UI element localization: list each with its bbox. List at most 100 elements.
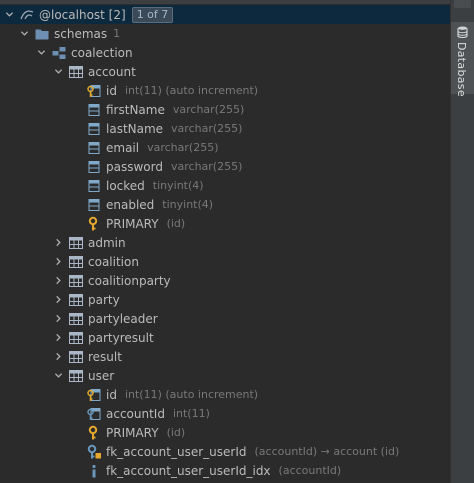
table-name: coalition: [88, 254, 139, 269]
foreign-key-icon: [86, 444, 102, 460]
table-icon: [68, 273, 84, 289]
table-name: partyleader: [88, 311, 158, 326]
table-icon: [68, 349, 84, 365]
database-tree[interactable]: @localhost [2] 1 of 7 schemas 1 coalecti…: [0, 0, 454, 483]
column-row[interactable]: firstName varchar(255): [0, 100, 474, 119]
schemas-count: 1: [113, 27, 121, 40]
table-row-user[interactable]: user: [0, 366, 474, 385]
table-icon: [68, 235, 84, 251]
foreign-key-column-icon: [86, 406, 102, 422]
column-type: varchar(255): [147, 141, 219, 154]
table-name: result: [88, 349, 122, 364]
column-icon: [86, 102, 102, 118]
database-tool-tab[interactable]: Database: [451, 22, 474, 97]
key-detail: (id): [166, 217, 186, 230]
database-icon: [457, 26, 468, 39]
column-name: accountId: [106, 406, 165, 421]
table-icon: [68, 64, 84, 80]
column-type: int(11) (auto increment): [124, 84, 259, 97]
chevron-right-icon[interactable]: [52, 351, 64, 363]
foreign-key-row[interactable]: fk_account_user_userId (accountId) → acc…: [0, 442, 474, 461]
column-row[interactable]: enabled tinyint(4): [0, 195, 474, 214]
primary-key-column-icon: [86, 387, 102, 403]
table-name: partyresult: [88, 330, 154, 345]
table-icon: [68, 292, 84, 308]
chevron-down-icon[interactable]: [52, 66, 64, 78]
key-icon: [86, 216, 102, 232]
chevron-right-icon[interactable]: [52, 256, 64, 268]
column-type: int(11) (auto increment): [124, 388, 259, 401]
column-row[interactable]: password varchar(255): [0, 157, 474, 176]
table-row-coalitionparty[interactable]: coalitionparty: [0, 271, 474, 290]
column-name: enabled: [106, 197, 155, 212]
chevron-down-icon[interactable]: [52, 370, 64, 382]
chevron-down-icon[interactable]: [35, 47, 47, 59]
chevron-right-icon[interactable]: [52, 332, 64, 344]
schemas-label: schemas: [54, 26, 108, 41]
table-row-account[interactable]: account: [0, 62, 474, 81]
schema-name: coalection: [71, 45, 133, 60]
column-type: varchar(255): [170, 160, 243, 173]
index-row[interactable]: fk_account_user_userId_idx (accountId): [0, 461, 474, 480]
key-row[interactable]: PRIMARY (id): [0, 214, 474, 233]
key-name: PRIMARY: [106, 425, 159, 440]
chevron-right-icon[interactable]: [52, 237, 64, 249]
column-name: locked: [106, 178, 145, 193]
table-icon: [68, 330, 84, 346]
table-icon: [68, 254, 84, 270]
datasource-row[interactable]: @localhost [2] 1 of 7: [0, 5, 454, 24]
datasource-badge[interactable]: 1 of 7: [131, 6, 174, 23]
chevron-down-icon[interactable]: [3, 9, 15, 21]
chevron-right-icon[interactable]: [52, 294, 64, 306]
right-tool-sidebar: Database: [450, 0, 474, 483]
column-row[interactable]: id int(11) (auto increment): [0, 81, 474, 100]
sidebar-top-tab[interactable]: [454, 0, 471, 8]
column-row[interactable]: accountId int(11): [0, 404, 474, 423]
table-icon: [68, 311, 84, 327]
schemas-row[interactable]: schemas 1: [0, 24, 469, 43]
table-row-coalition[interactable]: coalition: [0, 252, 474, 271]
column-name: firstName: [106, 102, 165, 117]
column-icon: [86, 178, 102, 194]
column-icon: [86, 121, 102, 137]
table-name: account: [88, 64, 136, 79]
table-row-result[interactable]: result: [0, 347, 474, 366]
table-name: user: [88, 368, 115, 383]
column-row[interactable]: locked tinyint(4): [0, 176, 474, 195]
foreign-key-name: fk_account_user_userId: [106, 444, 247, 459]
column-icon: [86, 197, 102, 213]
primary-key-column-icon: [86, 83, 102, 99]
table-row-party[interactable]: party: [0, 290, 474, 309]
table-row-partyresult[interactable]: partyresult: [0, 328, 474, 347]
column-name: email: [106, 140, 140, 155]
tree-top-strip: [0, 0, 451, 4]
column-type: tinyint(4): [152, 179, 204, 192]
chevron-right-icon[interactable]: [52, 313, 64, 325]
column-row[interactable]: email varchar(255): [0, 138, 474, 157]
column-icon: [86, 140, 102, 156]
schema-row[interactable]: coalection: [0, 43, 474, 62]
folder-icon: [34, 26, 50, 42]
table-name: party: [88, 292, 120, 307]
table-name: admin: [88, 235, 126, 250]
column-type: varchar(255): [171, 122, 243, 135]
key-name: PRIMARY: [106, 216, 159, 231]
key-icon: [86, 425, 102, 441]
chevron-right-icon[interactable]: [52, 275, 64, 287]
table-row-partyleader[interactable]: partyleader: [0, 309, 474, 328]
column-type: varchar(255): [172, 103, 245, 116]
column-icon: [86, 159, 102, 175]
chevron-down-icon[interactable]: [18, 28, 30, 40]
index-name: fk_account_user_userId_idx: [106, 463, 271, 478]
mysql-datasource-icon: [19, 7, 35, 23]
column-name: id: [106, 387, 117, 402]
column-type: tinyint(4): [162, 198, 214, 211]
database-tab-label: Database: [455, 42, 468, 97]
key-row[interactable]: PRIMARY (id): [0, 423, 474, 442]
column-row[interactable]: lastName varchar(255): [0, 119, 474, 138]
key-detail: (id): [166, 426, 186, 439]
column-name: id: [106, 83, 117, 98]
column-name: password: [106, 159, 163, 174]
column-row[interactable]: id int(11) (auto increment): [0, 385, 474, 404]
table-row-admin[interactable]: admin: [0, 233, 474, 252]
